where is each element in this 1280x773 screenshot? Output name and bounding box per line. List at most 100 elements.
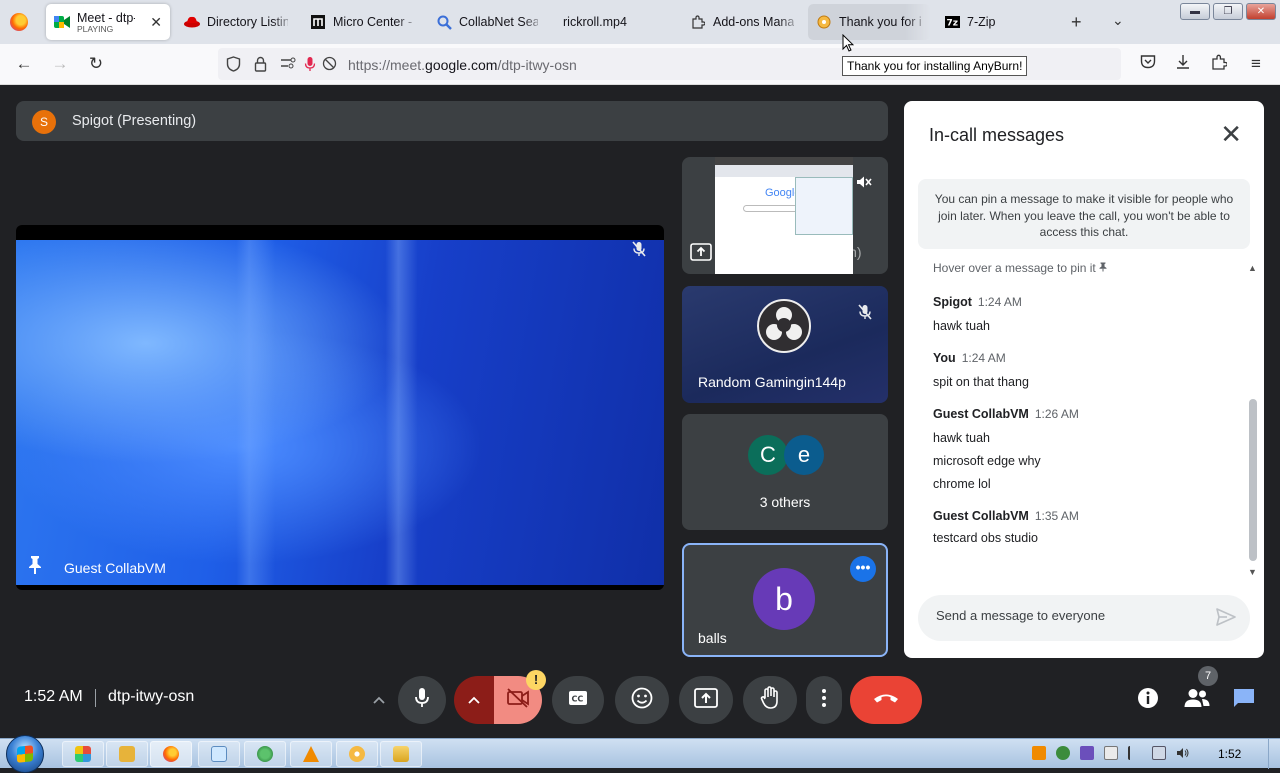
present-now-button[interactable]	[679, 676, 733, 724]
raise-hand-button[interactable]	[743, 676, 797, 724]
reactions-button[interactable]	[615, 676, 669, 724]
microphone-button[interactable]	[398, 676, 446, 724]
captions-button[interactable]: CC	[552, 676, 604, 724]
taskbar-app-disc[interactable]	[336, 741, 378, 767]
search-icon	[436, 14, 452, 30]
people-icon[interactable]	[1184, 688, 1210, 713]
action-center-flag-icon[interactable]	[1128, 746, 1142, 760]
mic-off-icon	[632, 241, 646, 262]
leave-call-button[interactable]	[850, 676, 922, 724]
message-scrollbar[interactable]: ▲ ▼	[1246, 263, 1260, 577]
tab-meet[interactable]: Meet - dtp-itwy-osn PLAYING ✕	[46, 4, 170, 40]
chat-message[interactable]: Guest CollabVM 1:35 AM testcard obs studi…	[933, 507, 1233, 545]
tab-rickroll[interactable]: rickroll.mp4	[555, 4, 675, 40]
lock-icon[interactable]	[254, 56, 267, 75]
anyburn-icon	[816, 14, 832, 30]
network-tray-icon[interactable]	[1056, 746, 1070, 760]
browser-navigation-bar: ← → ↻ https://meet.google.com/dtp-itwy-o…	[0, 44, 1280, 85]
divider	[95, 689, 96, 707]
taskbar-app-anyburn[interactable]	[106, 741, 148, 767]
back-arrow-icon[interactable]: ←	[14, 54, 34, 74]
more-options-icon[interactable]: •••	[850, 556, 876, 582]
taskbar-app-explorer[interactable]	[380, 741, 422, 767]
paint-icon	[75, 746, 91, 762]
pin-icon[interactable]	[28, 555, 42, 580]
network-monitor-tray-icon[interactable]	[1152, 746, 1166, 760]
warning-badge[interactable]: !	[526, 670, 546, 690]
more-options-button[interactable]	[806, 676, 842, 724]
forward-arrow-icon[interactable]: →	[50, 54, 70, 74]
tab-7zip[interactable]: 7z 7-Zip	[936, 4, 1056, 40]
volume-tray-icon[interactable]	[1176, 746, 1190, 760]
taskbar-app-vlc[interactable]	[290, 741, 332, 767]
chat-icon[interactable]	[1233, 688, 1255, 713]
close-window-button[interactable]: ✕	[1246, 3, 1276, 20]
video-settings-caret-button[interactable]	[454, 676, 494, 724]
message-input[interactable]	[936, 608, 1196, 623]
reload-icon[interactable]: ↻	[86, 54, 106, 74]
self-tile[interactable]: b ••• balls	[682, 543, 888, 657]
taskbar-clock[interactable]: 1:52	[1218, 747, 1241, 761]
tab-directory-listing[interactable]: Directory Listing	[176, 4, 296, 40]
participant-tile-obs[interactable]: Random Gamingin144p	[682, 286, 888, 403]
others-tile[interactable]: C e 3 others	[682, 414, 888, 530]
microphone-active-icon[interactable]	[304, 56, 316, 75]
meeting-details-icon[interactable]	[1137, 687, 1159, 714]
taskbar-app-paint[interactable]	[62, 741, 104, 767]
taskbar-app-notepad[interactable]	[198, 741, 240, 767]
audio-settings-caret-button[interactable]	[358, 676, 400, 724]
list-all-tabs-chevron-icon[interactable]: ⌄	[1112, 12, 1124, 29]
main-video-tile[interactable]: Guest CollabVM	[16, 225, 664, 590]
taskbar-app-firefox[interactable]	[150, 741, 192, 767]
vlc-tray-icon[interactable]	[1032, 746, 1046, 760]
scroll-thumb[interactable]	[1249, 399, 1257, 561]
redhat-icon	[184, 14, 200, 30]
mic-off-icon	[858, 304, 872, 325]
pocket-icon[interactable]	[1138, 54, 1158, 74]
permissions-icon[interactable]	[280, 56, 296, 73]
chat-message[interactable]: Guest CollabVM 1:26 AM hawk tuah microsof…	[933, 405, 1233, 491]
svg-text:CC: CC	[572, 694, 584, 703]
extensions-icon[interactable]	[1209, 54, 1229, 75]
restore-window-button[interactable]: ❐	[1213, 3, 1243, 20]
message-text: microsoft edge why	[933, 454, 1041, 468]
url-prefix: https://meet.	[348, 57, 426, 73]
anyburn-icon	[119, 746, 135, 762]
scroll-up-icon[interactable]: ▲	[1248, 263, 1257, 273]
presentation-tile[interactable]: Google Spigot (Presentation)	[682, 157, 888, 274]
new-tab-plus-icon[interactable]: +	[1071, 12, 1082, 33]
show-desktop-button[interactable]	[1268, 739, 1280, 769]
tab-addons-manager[interactable]: Add-ons Manager	[682, 4, 802, 40]
tab-label: CollabNet Search	[459, 15, 538, 29]
shield-icon[interactable]	[226, 56, 241, 75]
start-button[interactable]	[6, 735, 44, 773]
meet-control-bar: 1:52 AM dtp-itwy-osn ! CC 7	[0, 658, 1280, 738]
chat-message[interactable]: You 1:24 AM spit on that thang	[933, 349, 1233, 389]
downloads-icon[interactable]	[1173, 54, 1193, 75]
chat-message[interactable]: Spigot 1:24 AM hawk tuah	[933, 293, 1233, 333]
message-time: 1:35 AM	[1034, 509, 1079, 523]
taskbar-app-network[interactable]	[244, 741, 286, 767]
tab-anyburn[interactable]: Thank you for installing	[808, 4, 930, 40]
tab-label: 7-Zip	[967, 15, 996, 29]
send-icon[interactable]	[1216, 608, 1236, 631]
url-text[interactable]: https://meet.google.com/dtp-itwy-osn	[348, 57, 577, 73]
scroll-down-icon[interactable]: ▼	[1248, 567, 1257, 577]
chevron-up-icon	[373, 691, 385, 709]
microphone-tray-icon[interactable]	[1080, 746, 1094, 760]
close-panel-icon[interactable]: ✕	[1220, 121, 1242, 147]
tab-close-icon[interactable]: ✕	[150, 14, 162, 31]
present-screen-icon	[694, 687, 718, 713]
tab-label: Directory Listing	[207, 15, 288, 29]
tab-collabnet-search[interactable]: CollabNet Search	[428, 4, 546, 40]
autoplay-blocked-icon[interactable]	[322, 56, 337, 74]
pin-hint: Hover over a message to pin it	[933, 261, 1107, 275]
firefox-icon[interactable]	[10, 13, 28, 31]
hamburger-menu-icon[interactable]: ≡	[1246, 54, 1266, 74]
message-compose-box[interactable]	[918, 595, 1250, 641]
testcard-video	[16, 240, 664, 585]
minimize-window-button[interactable]: ▬	[1180, 3, 1210, 20]
document-tray-icon[interactable]	[1104, 746, 1118, 760]
message-text: testcard obs studio	[933, 531, 1038, 545]
tab-micro-center[interactable]: Micro Center - Computer	[302, 4, 420, 40]
